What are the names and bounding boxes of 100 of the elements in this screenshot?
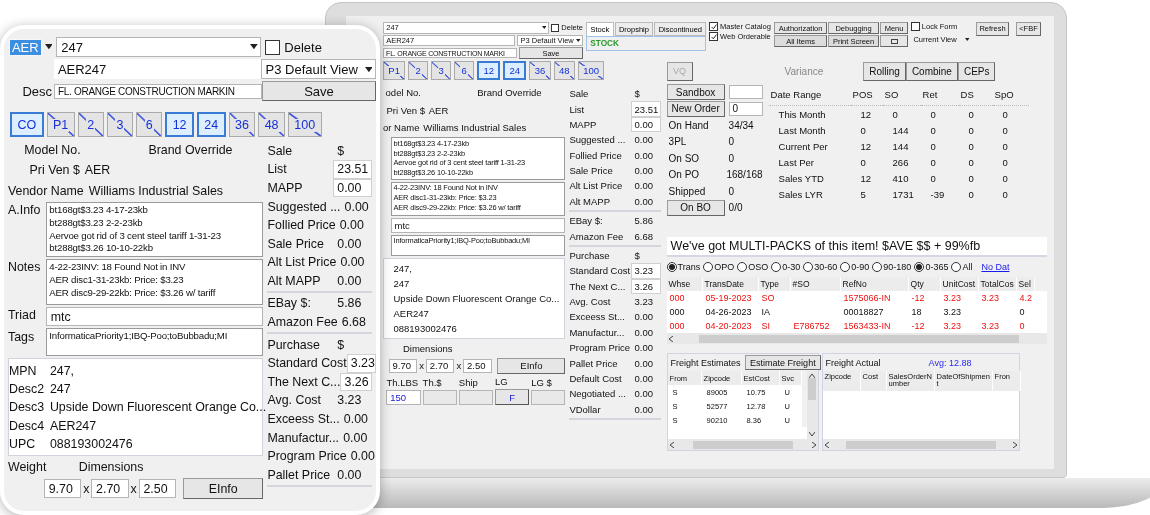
price-field[interactable]: 3.26 (340, 372, 372, 392)
view-button[interactable]: Rolling (863, 61, 906, 81)
dimension-field[interactable]: 2.70 (425, 358, 455, 374)
scrollbar-thumb[interactable] (698, 334, 1019, 343)
inventory-button[interactable]: On BO (666, 199, 725, 216)
price-field[interactable]: 3.23 (631, 263, 661, 279)
threshold-field[interactable]: 150 (386, 390, 421, 406)
checkbox[interactable] (911, 22, 920, 31)
estimate-freight-button[interactable]: Estimate Freight (744, 355, 822, 370)
threshold-field[interactable] (458, 390, 493, 406)
einfo-button[interactable]: EInfo (497, 357, 566, 375)
pack-size-button[interactable]: 12 (477, 61, 501, 80)
scrollbar-thumb[interactable] (808, 378, 817, 400)
code-field[interactable]: AER247 (54, 59, 261, 80)
table-cell-text: SO (760, 292, 776, 305)
radio-button[interactable] (803, 262, 814, 272)
radio-button[interactable] (771, 262, 782, 272)
view-dropdown[interactable]: P3 Default View (260, 59, 376, 80)
checkbox[interactable] (550, 23, 560, 33)
window-button[interactable] (879, 35, 909, 47)
pack-size-button[interactable]: CO (10, 112, 44, 138)
vertical-scrollbar[interactable] (806, 371, 818, 439)
checkbox[interactable] (265, 39, 281, 55)
checkbox[interactable] (709, 22, 718, 31)
threshold-field[interactable] (422, 390, 457, 406)
radio-label[interactable]: 0-365 (925, 262, 949, 272)
dropdown-caret-icon[interactable] (250, 44, 258, 50)
pack-size-button[interactable]: 2 (408, 61, 429, 80)
pack-size-button[interactable]: 3 (431, 61, 452, 80)
radio-label[interactable]: OPO (714, 262, 735, 272)
pack-size-button[interactable]: 6 (136, 112, 163, 138)
dimension-field[interactable]: 2.50 (138, 478, 176, 499)
table-row[interactable]: 000 04-26-2023 IA 00018827 18 3.23 0 (666, 305, 1047, 319)
pack-size-button[interactable]: 100 (287, 112, 322, 138)
pack-size-button[interactable]: 6 (454, 61, 475, 80)
description-field[interactable]: FL. ORANGE CONSTRUCTION MARKIN (54, 83, 262, 100)
radio-label[interactable]: OSO (748, 262, 769, 272)
view-button[interactable]: CEPs (957, 61, 996, 81)
checkbox-label[interactable]: Delete (284, 39, 322, 55)
pack-size-button[interactable]: 48 (258, 112, 285, 138)
scrollbar-thumb[interactable] (692, 440, 793, 449)
threshold-field[interactable] (531, 390, 566, 406)
pack-size-button[interactable]: P1 (46, 112, 75, 138)
notes-text-area[interactable]: 4-22-23INV: 18 Found Not in INV AER disc1-31-23kb: Price: $3.23 AER disc9-29-22kb: Price: $3.26 w/ tariff (45, 259, 264, 306)
pack-size-button[interactable]: 100 (577, 61, 605, 80)
price-field[interactable]: 23.51 (631, 101, 661, 117)
triad-field[interactable]: mtc (390, 217, 566, 233)
radio-button[interactable] (951, 262, 962, 272)
dropdown-caret-icon[interactable] (965, 38, 970, 42)
einfo-button[interactable]: EInfo (182, 478, 264, 500)
radio-button[interactable] (872, 262, 883, 272)
view-button[interactable]: Combine (905, 61, 958, 81)
dropdown-caret-icon[interactable] (576, 38, 581, 42)
pack-size-button[interactable]: 48 (553, 61, 575, 80)
lg-button[interactable]: F (495, 389, 530, 406)
pack-size-button[interactable]: 2 (77, 112, 104, 138)
radio-label[interactable]: 90-180 (883, 262, 912, 272)
table-row[interactable]: 000 04-20-2023 SI E786752 1563433-IN -12 3.23 3.23 0 (666, 319, 1047, 333)
no-date-link[interactable]: No Dat (981, 262, 1010, 272)
inventory-button[interactable]: Sandbox (666, 84, 725, 101)
save-button[interactable]: Save (262, 81, 376, 102)
price-field[interactable]: 23.51 (333, 160, 372, 179)
inventory-button[interactable]: New Order (666, 100, 725, 117)
dimension-field[interactable]: 9.70 (388, 358, 418, 374)
pack-size-button[interactable]: 3 (106, 112, 134, 138)
pack-size-button[interactable]: P1 (383, 61, 406, 80)
radio-label[interactable]: All (962, 262, 973, 272)
pack-size-button[interactable]: 12 (165, 112, 194, 138)
radio-label[interactable]: 30-60 (814, 262, 838, 272)
radio-button[interactable] (914, 262, 925, 272)
radio-label[interactable]: Trans (677, 262, 701, 272)
checkbox[interactable] (709, 32, 718, 41)
radio-button[interactable] (840, 262, 851, 272)
radio-label[interactable]: 0-90 (851, 262, 870, 272)
dropdown-caret-icon[interactable] (541, 26, 547, 30)
radio-label[interactable]: 0-30 (782, 262, 801, 272)
tags-field[interactable]: InformaticaPriority1;IBQ-Poo;toBubbadu;MI (45, 328, 264, 357)
horizontal-scrollbar[interactable] (822, 439, 1019, 450)
pack-size-button[interactable]: 36 (228, 112, 256, 138)
pack-size-button[interactable]: 24 (503, 61, 527, 80)
horizontal-scrollbar[interactable] (667, 439, 818, 450)
pack-size-button[interactable]: 36 (529, 61, 551, 80)
pack-size-button[interactable]: 24 (196, 112, 226, 138)
radio-button[interactable] (703, 262, 714, 272)
scrollbar-thumb[interactable] (845, 440, 996, 449)
item-combo-box[interactable]: 247 (56, 37, 262, 58)
dropdown-caret-icon[interactable] (44, 44, 53, 50)
dropdown-caret-icon[interactable] (364, 66, 373, 72)
info-text-area[interactable]: bt168gt$3.23 4-17-23kb bt288gt$3.23 2-2-23kb Aervoe got rid of 3 cent steel tariff 1-31-23 bt288gt$3.26 10-10-22kb (45, 202, 264, 258)
inventory-field[interactable]: 0 (728, 101, 763, 116)
dimension-field[interactable]: 2.50 (463, 358, 492, 374)
price-field[interactable]: 3.23 (346, 353, 376, 373)
dimension-field[interactable]: 9.70 (43, 478, 82, 499)
horizontal-scrollbar[interactable] (666, 333, 1047, 344)
inventory-field[interactable] (728, 85, 763, 100)
table-row[interactable]: 000 05-19-2023 SO 1575066-IN -12 3.23 3.23 4.2 (666, 291, 1047, 305)
dimension-field[interactable]: 2.70 (91, 478, 129, 499)
radio-button[interactable] (737, 262, 748, 272)
triad-field[interactable]: mtc (45, 307, 264, 327)
radio-button[interactable] (666, 262, 677, 272)
